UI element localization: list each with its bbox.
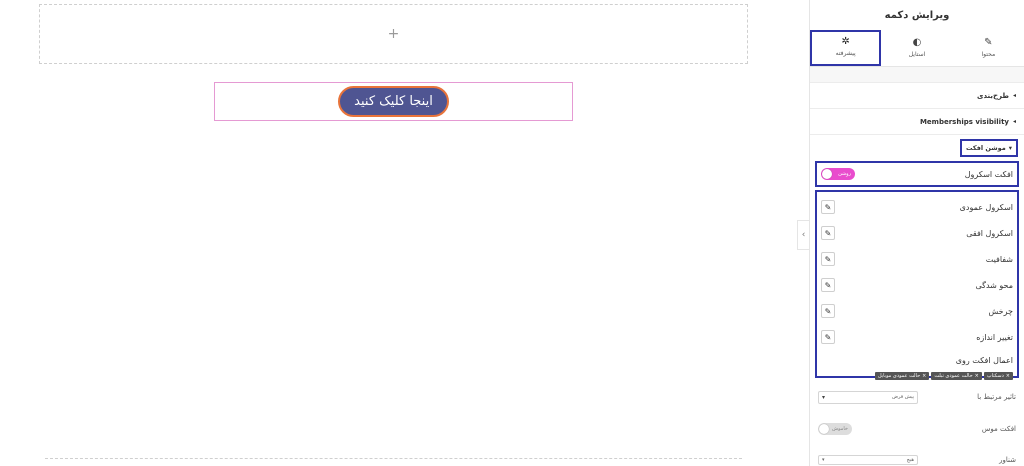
pencil-icon: ✎ [984,37,993,48]
effect-row-horizontal-scroll: اسکرول افقی ✎ [821,220,1013,246]
effect-label: محو شدگی [975,280,1013,290]
chevron-down-icon: ▾ [822,457,825,463]
chip-label: دسکتاپ [986,373,1004,379]
tab-style-label: استایل [908,51,926,58]
effect-row-scale: تغییر اندازه ✎ [821,324,1013,350]
device-chip-desktop[interactable]: × دسکتاپ [983,372,1013,380]
relative-to-value: پیش فرض [891,394,914,400]
effect-label: تغییر اندازه [976,332,1013,342]
edit-pencil-icon[interactable]: ✎ [821,252,835,266]
button-widget-container[interactable]: اینجا کلیک کنید [214,82,573,121]
click-here-button[interactable]: اینجا کلیک کنید [338,86,449,117]
scroll-effect-switch[interactable]: روشن [821,168,855,180]
panel-title: ویرایش دکمه [884,9,950,21]
effect-row-rotate: چرخش ✎ [821,298,1013,324]
add-section-area[interactable]: + [39,4,748,64]
gear-icon: ✲ [841,36,850,47]
mouse-effect-switch[interactable]: خاموش [818,423,852,435]
scroll-effect-row: افکت اسکرول روشن [815,161,1019,187]
effect-row-transparency: شفافیت ✎ [821,246,1013,272]
section-memberships-label: Memberships visibility [919,117,1009,126]
section-motion-label: موشن افکت [965,144,1006,152]
effect-row-blur: محو شدگی ✎ [821,272,1013,298]
section-layout[interactable]: ◂ طرح‌بندی [810,83,1024,109]
half-circle-icon: ◐ [912,37,922,48]
section-memberships[interactable]: ◂ Memberships visibility [810,109,1024,135]
device-chips[interactable]: × دسکتاپ × حالت عمودی تبلت × حالت عمودی … [821,372,1013,380]
effect-label: اسکرول عمودی [959,202,1013,212]
tab-advanced-label: پیشرفته [835,50,856,57]
effect-label: شفافیت [985,254,1013,264]
editor-panel: ویرایش دکمه ✎ محتوا ◐ استایل ✲ پیشرفته ◂… [809,0,1024,466]
scroll-effect-label: افکت اسکرول [964,169,1013,179]
section-layout-label: طرح‌بندی [977,91,1009,100]
edit-pencil-icon[interactable]: ✎ [821,304,835,318]
add-section-plus-icon[interactable]: + [388,26,400,42]
tab-content[interactable]: ✎ محتوا [953,30,1024,66]
chip-label: حالت عمودی تبلت [934,373,973,379]
tab-style[interactable]: ◐ استایل [881,30,952,66]
mouse-effect-label: افکت موس [981,425,1016,433]
edit-pencil-icon[interactable]: ✎ [821,278,835,292]
caret-left-icon: ◂ [1012,118,1016,125]
edit-pencil-icon[interactable]: ✎ [821,200,835,214]
close-icon[interactable]: × [1006,373,1010,379]
panel-tabs: ✎ محتوا ◐ استایل ✲ پیشرفته [810,30,1024,67]
caret-down-icon: ▾ [1008,144,1012,152]
apply-effects-on-row: اعمال افکت روی [821,350,1013,370]
caret-left-icon: ◂ [1012,92,1016,99]
apply-effects-on-label: اعمال افکت روی [955,355,1013,365]
motion-effects-toggle[interactable]: ▾ موشن افکت [959,139,1018,157]
effect-label: اسکرول افقی [966,228,1013,238]
editor-canvas: + اینجا کلیک کنید [0,0,797,466]
close-icon[interactable]: × [975,373,979,379]
scroll-effect-switch-text: روشن [838,171,851,177]
section-motion: ▾ موشن افکت [810,135,1024,161]
effect-label: چرخش [988,306,1013,316]
sticky-value: هیچ [906,457,914,463]
switch-knob [819,424,829,434]
chevron-down-icon: ▾ [822,393,826,401]
edit-pencil-icon[interactable]: ✎ [821,330,835,344]
mouse-effect-switch-text: خاموش [832,426,848,432]
sticky-row: شناور هیچ ▾ [810,450,1024,466]
collapse-panel-handle[interactable]: ‹ [797,220,809,250]
mouse-effect-row: افکت موس خاموش [810,416,1024,442]
effect-row-vertical-scroll: اسکرول عمودی ✎ [821,194,1013,220]
relative-to-row: تاثیر مرتبط با پیش فرض ▾ [810,384,1024,410]
relative-to-label: تاثیر مرتبط با [977,393,1016,401]
device-chip-tablet[interactable]: × حالت عمودی تبلت [931,372,982,380]
sticky-label: شناور [999,456,1016,464]
edit-pencil-icon[interactable]: ✎ [821,226,835,240]
sticky-select[interactable]: هیچ ▾ [818,455,918,465]
device-chip-mobile[interactable]: × حالت عمودی موبایل [874,372,930,380]
tab-content-label: محتوا [981,51,996,58]
switch-knob [822,169,832,179]
panel-spacer [810,67,1024,83]
tab-advanced[interactable]: ✲ پیشرفته [810,30,882,66]
chip-label: حالت عمودی موبایل [877,373,921,379]
relative-to-select[interactable]: پیش فرض ▾ [818,390,918,404]
bottom-section-outline [45,458,742,466]
scroll-effects-list: اسکرول عمودی ✎ اسکرول افقی ✎ شفافیت ✎ مح… [815,190,1019,380]
chevron-left-icon: ‹ [801,230,806,240]
close-icon[interactable]: × [922,373,926,379]
